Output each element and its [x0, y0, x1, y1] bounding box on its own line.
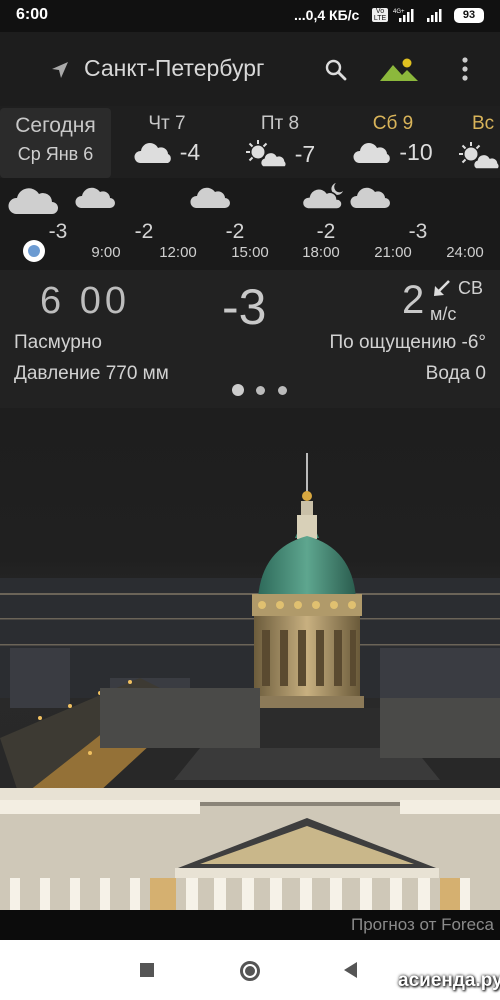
watermark: асиенда.ру: [398, 970, 500, 991]
sun-cloud-icon: [245, 140, 287, 168]
wind-speed: 2: [402, 278, 425, 322]
hour-temp: -2: [316, 220, 336, 243]
more-vert-icon[interactable]: [459, 56, 471, 82]
signal-icon: [427, 9, 442, 22]
pressure: Давление 770 мм: [14, 363, 169, 384]
cloud-icon: [353, 142, 391, 163]
forecast-credit[interactable]: Прогноз от Foreca: [351, 915, 494, 935]
feels-like: По ощущению -6°: [329, 332, 486, 353]
hour-temp: -2: [225, 220, 245, 243]
wind-direction-icon: [434, 280, 450, 296]
credit-bar: Прогноз от Foreca: [0, 910, 500, 940]
day-label: Вс: [472, 113, 495, 134]
hour-temp: -2: [134, 220, 154, 243]
hour-time: 9:00: [91, 244, 121, 261]
wind-unit: м/с: [430, 304, 457, 324]
background-image: [0, 408, 500, 910]
current-hour-marker: [23, 240, 45, 262]
day-tab-sat[interactable]: Сб 9 -10: [343, 106, 443, 178]
day-tab-sun[interactable]: Вс: [456, 106, 500, 178]
back-button[interactable]: [344, 962, 357, 978]
current-temperature: -3: [222, 279, 267, 335]
day-tab-fri[interactable]: Пт 8 -7: [230, 106, 330, 178]
current-time: 6 00: [40, 280, 130, 322]
day-label: Пт 8: [260, 113, 300, 134]
hour-time: 24:00: [446, 244, 484, 261]
day-label: Сегодня: [15, 114, 96, 137]
moon-cloud-icon: [302, 183, 343, 210]
volte-icon: Vo LTE: [372, 8, 388, 22]
cloud-icon: [350, 187, 390, 208]
day-date: Ср Янв 6: [17, 144, 94, 164]
cloud-icon: [190, 187, 230, 208]
days-row: Сегодня Ср Янв 6 Чт 7 -4 Пт 8 -7 Сб 9 -1…: [0, 106, 500, 178]
status-time: 6:00: [16, 6, 49, 23]
city-cathedral-illustration: [0, 453, 500, 910]
city-name[interactable]: Санкт-Петербург: [84, 55, 264, 82]
hourly-forecast[interactable]: -3 -2 -2 -2 -3 9:00 12:00 15:00 18:00 21…: [0, 178, 500, 270]
navigation-arrow-icon[interactable]: [50, 60, 70, 80]
status-bar: 6:00 ...0,4 КБ/с Vo LTE 4G+ 93: [0, 0, 500, 32]
cloud-icon: [75, 187, 115, 208]
cloud-icon: [134, 142, 171, 163]
hour-time: 12:00: [159, 244, 197, 261]
app-header: Санкт-Петербург: [0, 32, 500, 106]
page-indicator-active[interactable]: [232, 384, 244, 396]
landscape-icon[interactable]: [380, 57, 420, 83]
cloud-icon: [8, 188, 58, 214]
search-icon[interactable]: [324, 58, 348, 82]
page-indicator[interactable]: [278, 386, 287, 395]
day-temp: -7: [294, 140, 316, 167]
day-temp: -10: [399, 139, 433, 165]
recent-apps-button[interactable]: [140, 963, 154, 977]
signal-4g-label: 4G+: [393, 9, 405, 15]
network-speed: ...0,4 КБ/с: [294, 7, 360, 23]
system-navigation-bar: асиенда.ру: [0, 940, 500, 1000]
battery-icon: 93: [454, 8, 484, 23]
hour-time: 15:00: [231, 244, 269, 261]
day-label: Чт 7: [148, 113, 186, 134]
current-conditions-card[interactable]: 6 00 -3 2 СВ м/с Пасмурно По ощущению -6…: [0, 270, 500, 408]
hour-time: 18:00: [302, 244, 340, 261]
hour-time: 21:00: [374, 244, 412, 261]
hour-temp: -3: [48, 220, 68, 243]
wind-direction: СВ: [458, 278, 484, 298]
water-temperature: Вода 0: [425, 363, 486, 384]
signal-4g-icon: 4G+: [393, 9, 414, 22]
page-indicator[interactable]: [256, 386, 265, 395]
day-temp: -4: [179, 139, 201, 165]
sun-cloud-icon: [459, 142, 500, 170]
hour-temp: -3: [408, 220, 428, 243]
day-tab-thu[interactable]: Чт 7 -4: [117, 106, 217, 178]
day-label: Сб 9: [372, 113, 414, 134]
home-button[interactable]: [240, 961, 260, 981]
condition-text: Пасмурно: [14, 332, 102, 353]
day-tab-today[interactable]: Сегодня Ср Янв 6: [0, 108, 111, 178]
